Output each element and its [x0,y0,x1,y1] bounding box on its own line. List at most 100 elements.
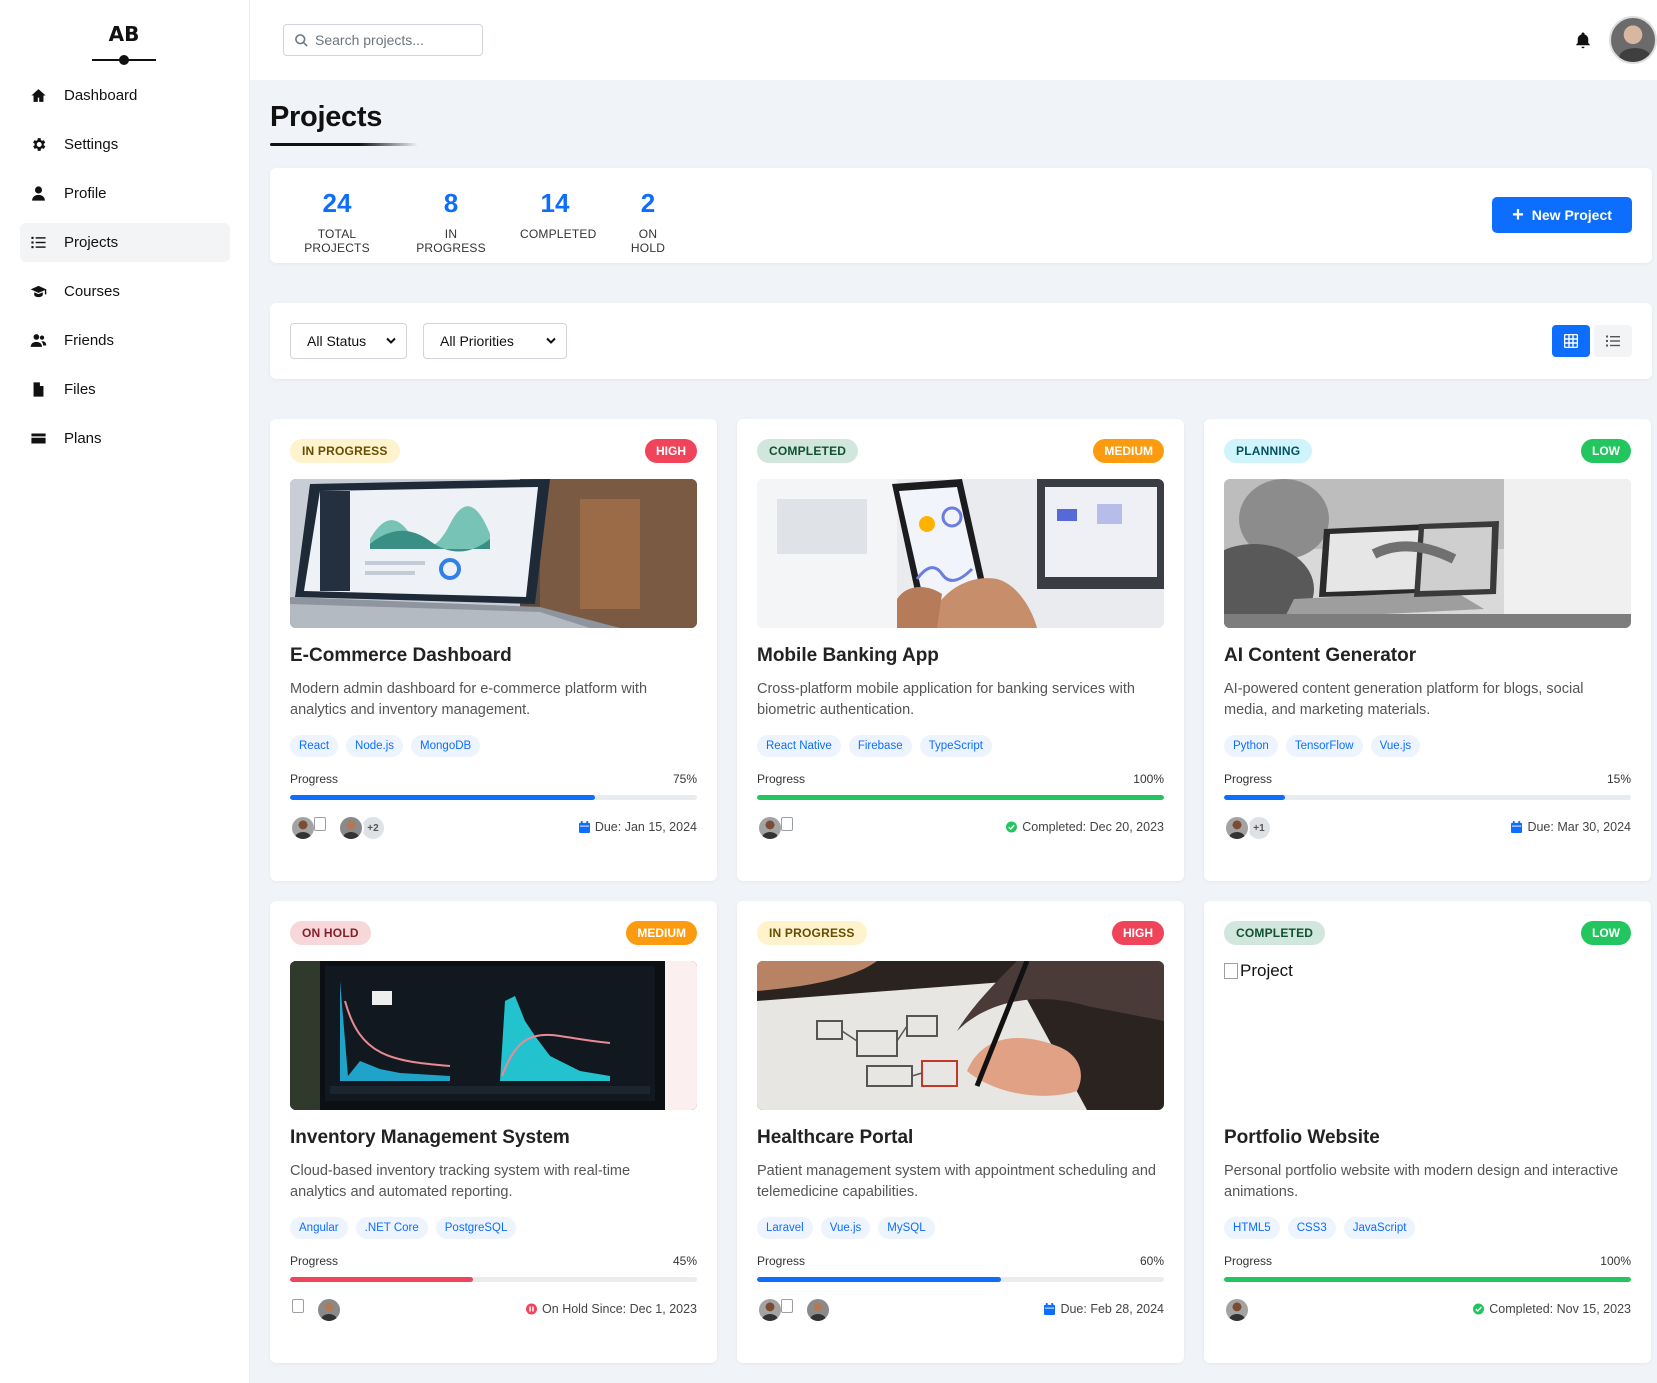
due-date-text: Completed: Nov 15, 2023 [1489,1302,1631,1316]
project-description: Modern admin dashboard for e-commerce pl… [290,681,648,718]
calendar-icon [578,821,590,833]
sidebar: AB Dashboard Settings Profile Projects C… [0,0,250,1383]
stat-label: COMPLETED [520,227,597,241]
file-icon [30,381,52,399]
member-avatar[interactable] [779,1297,799,1323]
member-avatar[interactable] [312,815,332,841]
sidebar-item-profile[interactable]: Profile [20,174,230,213]
project-image [290,479,697,628]
progress-row: Progress 100% [757,772,1164,786]
progress-fill [290,1277,474,1282]
priority-filter-select[interactable]: All Priorities [423,323,567,359]
stat-value: 8 [443,188,459,218]
tag: JavaScript [1343,1217,1416,1239]
bell-icon[interactable] [1574,30,1592,50]
stat-in-progress: 8 IN PROGRESS [414,190,488,255]
project-card[interactable]: PLANNING LOW AI Content Generator AI-pow… [1204,419,1651,881]
tag-list: React Native Firebase TypeScript [757,735,992,757]
due-date: On Hold Since: Dec 1, 2023 [526,1302,697,1316]
sidebar-item-label: Files [64,381,96,398]
member-avatar[interactable] [290,1297,310,1323]
check-circle-icon [1006,821,1018,833]
check-circle-icon [1473,1303,1485,1315]
tag: .NET Core [355,1217,428,1239]
progress-value: 75% [672,772,697,786]
project-card[interactable]: IN PROGRESS HIGH E-Commerce Dashboard Mo… [270,419,717,881]
list-icon [30,234,52,252]
priority-badge: MEDIUM [1093,439,1164,463]
progress-value: 60% [1139,1254,1164,1268]
tag-list: React Node.js MongoDB [290,735,481,757]
user-icon [30,185,52,203]
project-card[interactable]: COMPLETED MEDIUM Mobile Banking App Cros… [737,419,1184,881]
tag: Firebase [848,735,912,757]
progress-row: Progress 60% [757,1254,1164,1268]
member-avatar[interactable] [1224,1297,1250,1323]
progress-fill [290,795,596,800]
user-avatar[interactable] [1609,16,1657,64]
stat-value: 14 [540,188,570,218]
member-avatar[interactable] [805,1297,831,1323]
sidebar-item-settings[interactable]: Settings [20,125,230,164]
logo[interactable]: AB [88,22,160,68]
stat-label: IN PROGRESS [416,227,486,255]
progress-row: Progress 15% [1224,772,1631,786]
priority-badge: LOW [1581,439,1631,463]
sidebar-item-dashboard[interactable]: Dashboard [20,76,230,115]
member-avatar[interactable] [316,1297,342,1323]
grid-icon [1564,334,1578,348]
sidebar-item-friends[interactable]: Friends [20,321,230,360]
broken-image-icon [1224,963,1238,979]
sidebar-item-courses[interactable]: Courses [20,272,230,311]
progress-value: 45% [672,1254,697,1268]
due-date-text: Due: Feb 28, 2024 [1060,1302,1164,1316]
sidebar-item-projects[interactable]: Projects [20,223,230,262]
project-image: Project [1224,961,1631,1110]
list-view-button[interactable] [1594,325,1632,357]
status-filter-select[interactable]: All Status [290,323,407,359]
sidebar-item-plans[interactable]: Plans [20,419,230,458]
sidebar-item-label: Dashboard [64,87,138,104]
progress-label: Progress [290,772,339,786]
progress-value: 100% [1133,772,1164,786]
project-card[interactable]: ON HOLD MEDIUM Inventory Management Syst… [270,901,717,1363]
project-card[interactable]: IN PROGRESS HIGH Healthcare Portal Patie… [737,901,1184,1363]
tag-list: Laravel Vue.js MySQL [757,1217,935,1239]
project-card[interactable]: COMPLETED LOW Project Portfolio Website … [1204,901,1651,1363]
logo-text: AB [108,22,140,46]
sidebar-item-label: Friends [64,332,115,349]
project-image [757,479,1164,628]
project-title: Inventory Management System [290,1127,570,1148]
status-badge: COMPLETED [757,439,859,463]
filter-panel: All Status All Priorities [270,303,1652,379]
new-project-button[interactable]: + New Project [1492,197,1632,233]
member-avatar[interactable] [338,815,364,841]
sidebar-item-files[interactable]: Files [20,370,230,409]
progress-fill [1224,1277,1631,1282]
tag-list: Python TensorFlow Vue.js [1224,735,1421,757]
member-avatar[interactable] [779,815,799,841]
project-title: Portfolio Website [1224,1127,1380,1148]
stats-panel: 24 TOTAL PROJECTS 8 IN PROGRESS 14 COMPL… [270,168,1652,263]
member-avatar[interactable] [1224,815,1250,841]
sidebar-item-label: Plans [64,430,102,447]
priority-badge: LOW [1581,921,1631,945]
project-image [290,961,697,1110]
search-input[interactable] [315,32,475,48]
due-date-text: Due: Jan 15, 2024 [594,820,697,834]
progress-row: Progress 75% [290,772,697,786]
search-box[interactable] [283,24,483,56]
due-date-text: Completed: Dec 20, 2023 [1022,820,1164,834]
project-image [757,961,1164,1110]
grid-view-button[interactable] [1552,325,1590,357]
sidebar-item-label: Profile [64,185,107,202]
logo-mark [88,52,160,68]
priority-badge: MEDIUM [626,921,697,945]
tag: Python [1224,735,1278,757]
team-avatars [757,814,805,842]
team-avatars [757,1296,831,1324]
tag-list: HTML5 CSS3 JavaScript [1224,1217,1416,1239]
team-avatars [290,1296,342,1324]
progress-label: Progress [1224,772,1273,786]
credit-card-icon [30,430,52,448]
